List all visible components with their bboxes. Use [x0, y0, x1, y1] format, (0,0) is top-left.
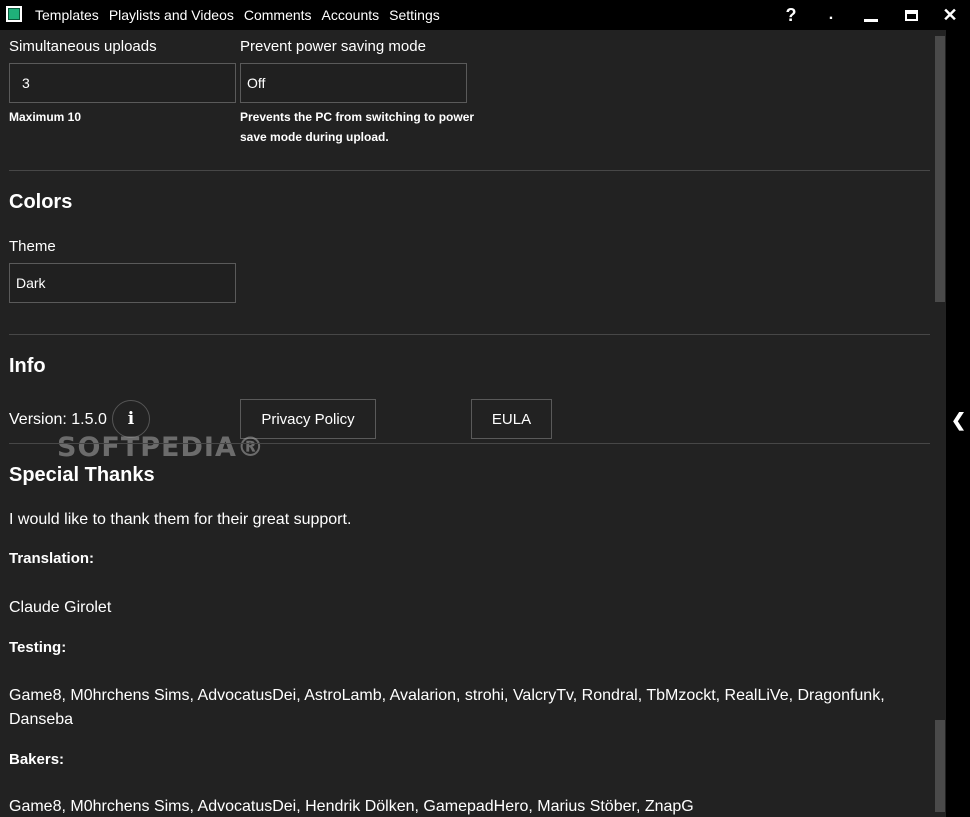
- bakers-names: Game8, M0hrchens Sims, AdvocatusDei, Hen…: [9, 798, 694, 815]
- chevron-left-icon[interactable]: ❮: [951, 410, 966, 431]
- scrollbar-thumb-lower[interactable]: [935, 720, 945, 812]
- softpedia-watermark: SOFTPEDIA®: [57, 432, 265, 463]
- divider: [9, 170, 930, 171]
- dot-button[interactable]: .: [816, 0, 846, 30]
- testing-names-line-2: Danseba: [9, 711, 74, 728]
- main-menu: Templates Playlists and Videos Comments …: [35, 0, 450, 30]
- testing-label: Testing:: [9, 639, 67, 656]
- power-saving-note-1: Prevents the PC from switching to power: [240, 110, 475, 124]
- simultaneous-uploads-label: Simultaneous uploads: [9, 38, 157, 55]
- power-saving-label: Prevent power saving mode: [240, 38, 426, 55]
- scrollbar-thumb[interactable]: [935, 36, 945, 302]
- simultaneous-uploads-input[interactable]: 3: [9, 63, 236, 103]
- translation-label: Translation:: [9, 550, 95, 567]
- power-saving-select[interactable]: Off: [240, 63, 467, 103]
- minimize-icon[interactable]: [856, 0, 886, 30]
- theme-select[interactable]: Dark: [9, 263, 236, 303]
- menu-item-accounts[interactable]: Accounts: [322, 7, 380, 23]
- title-bar: Templates Playlists and Videos Comments …: [0, 0, 970, 30]
- divider: [9, 443, 930, 444]
- help-icon[interactable]: ?: [776, 0, 806, 30]
- special-thanks-heading: Special Thanks: [9, 464, 155, 486]
- menu-item-templates[interactable]: Templates: [35, 7, 99, 23]
- maximize-icon[interactable]: [896, 0, 926, 30]
- power-saving-note-2: save mode during upload.: [240, 130, 389, 144]
- thanks-intro: I would like to thank them for their gre…: [9, 511, 352, 528]
- menu-item-comments[interactable]: Comments: [244, 7, 312, 23]
- app-icon: [6, 6, 22, 22]
- settings-content: Simultaneous uploads 3 Maximum 10 Preven…: [0, 30, 930, 817]
- menu-item-playlists-videos[interactable]: Playlists and Videos: [109, 7, 234, 23]
- version-text: Version: 1.5.0: [9, 411, 107, 428]
- info-heading: Info: [9, 355, 46, 377]
- theme-label: Theme: [9, 238, 56, 255]
- divider: [9, 334, 930, 335]
- bakers-label: Bakers:: [9, 751, 65, 768]
- simultaneous-uploads-note: Maximum 10: [9, 110, 82, 124]
- close-icon[interactable]: ✕: [935, 0, 965, 30]
- testing-names-line-1: Game8, M0hrchens Sims, AdvocatusDei, Ast…: [9, 687, 885, 704]
- translation-names: Claude Girolet: [9, 599, 112, 616]
- colors-heading: Colors: [9, 191, 73, 213]
- eula-button[interactable]: EULA: [471, 399, 552, 439]
- menu-item-settings[interactable]: Settings: [389, 7, 440, 23]
